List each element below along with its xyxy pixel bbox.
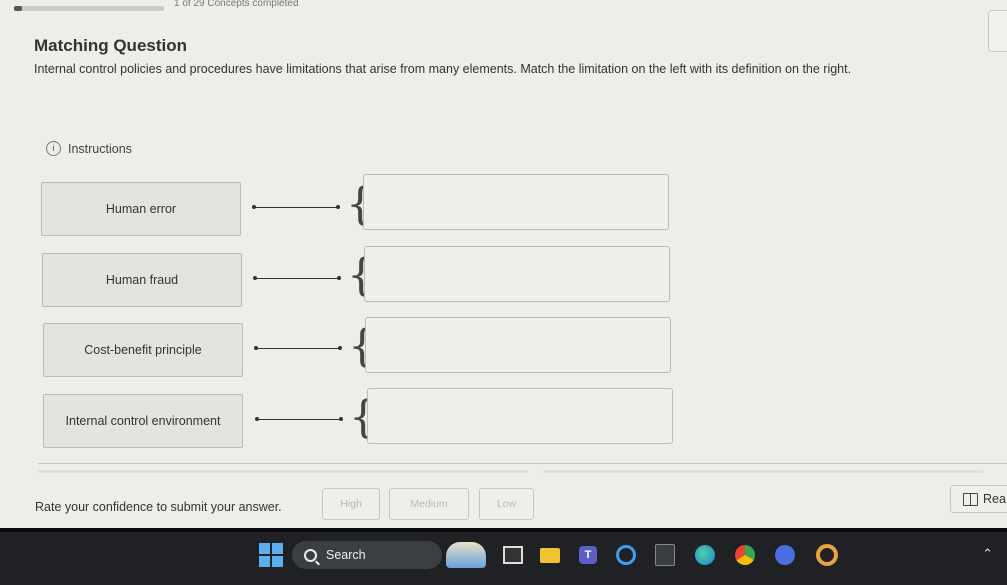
edge-icon[interactable] [692,542,718,568]
divider-segment [38,470,528,473]
question-prompt: Internal control policies and procedures… [34,62,852,76]
chrome-icon[interactable] [732,542,758,568]
match-term-cost-benefit-principle[interactable]: Cost-benefit principle [43,323,243,377]
windows-start-icon[interactable] [258,542,284,568]
progress-fill [14,6,22,11]
opera-icon[interactable] [814,542,840,568]
taskbar-search-label: Search [326,548,366,562]
progress-track [14,6,164,11]
match-term-internal-control-environment[interactable]: Internal control environment [43,394,243,448]
term-label: Human fraud [105,273,179,287]
match-drop-target[interactable] [364,246,670,302]
term-label: Internal control environment [65,414,221,428]
calculator-icon[interactable] [652,542,678,568]
confidence-low-button[interactable]: Low [479,488,534,520]
book-icon [963,492,978,506]
file-explorer-icon[interactable] [537,542,563,568]
divider-segment [543,470,983,473]
confidence-prompt: Rate your confidence to submit your answ… [35,500,282,514]
match-connector [253,276,341,280]
tube-app-icon[interactable] [772,542,798,568]
teams-icon[interactable]: T [575,542,601,568]
top-progress-bar: 1 of 29 Concepts completed [0,0,1007,14]
info-icon: i [46,141,61,156]
confidence-high-button[interactable]: High [322,488,380,520]
task-view-icon[interactable] [500,542,526,568]
instructions-toggle[interactable]: i Instructions [46,141,132,156]
term-label: Human error [105,202,177,216]
match-drop-target[interactable] [367,388,673,444]
term-label: Cost-benefit principle [84,343,202,357]
chevron-up-icon[interactable]: ⌃ [982,546,993,562]
match-drop-target[interactable] [365,317,671,373]
match-term-human-error[interactable]: Human error [41,182,241,236]
instructions-label: Instructions [68,141,132,156]
weather-widget-icon[interactable] [446,542,486,568]
taskbar-search[interactable]: Search [292,541,442,569]
taskbar: Search T ⌃ [0,528,1007,585]
corner-button[interactable] [988,10,1007,52]
cortana-icon[interactable] [613,542,639,568]
read-button[interactable]: Rea [950,485,1007,513]
divider [38,463,1007,474]
page-title: Matching Question [34,36,187,55]
match-term-human-fraud[interactable]: Human fraud [42,253,242,307]
confidence-medium-button[interactable]: Medium [389,488,469,520]
search-icon [304,548,317,562]
match-connector [252,205,340,209]
read-button-label: Rea [983,492,1006,506]
match-connector [255,417,343,421]
match-drop-target[interactable] [363,174,669,230]
match-connector [254,346,342,350]
progress-text: 1 of 29 Concepts completed [174,0,299,9]
